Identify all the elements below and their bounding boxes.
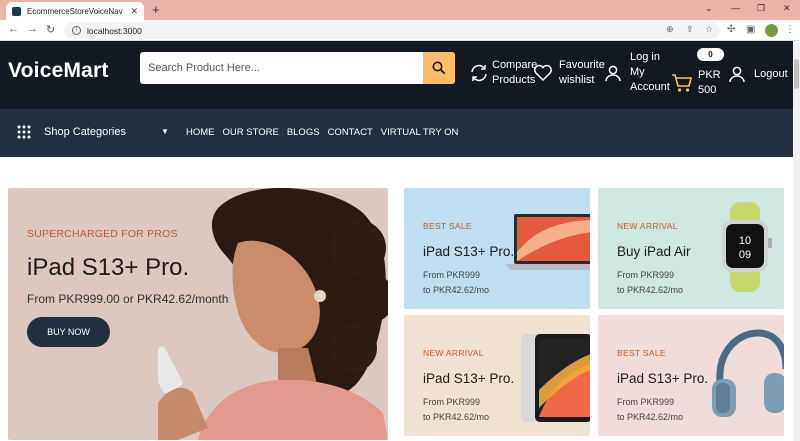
svg-text:09: 09 (739, 249, 751, 261)
tab-search-icon[interactable]: ⌄ (705, 3, 713, 14)
promo-card[interactable]: BEST SALE iPad S13+ Pro. From PKR999 to … (404, 188, 590, 309)
heart-icon (534, 64, 552, 82)
search-input[interactable] (140, 52, 422, 84)
search-icon (432, 61, 446, 75)
card-tag: BEST SALE (617, 348, 666, 358)
hero-banner: SUPERCHARGED FOR PROS iPad S13+ Pro. Fro… (8, 188, 388, 440)
tab-favicon-icon (12, 6, 21, 16)
favourite-wishlist-link[interactable]: Favourite wishlist (533, 58, 605, 88)
scrollbar-thumb[interactable] (794, 59, 799, 89)
reload-icon[interactable]: ↻ (46, 23, 55, 36)
card-tag: NEW ARRIVAL (617, 221, 678, 231)
cart-link[interactable]: PKR 500 (671, 68, 721, 98)
hero-price: From PKR999.00 or PKR42.62/month (27, 292, 229, 306)
login-label-line2: My (630, 66, 645, 78)
card-title: iPad S13+ Pro. (617, 371, 709, 386)
card-tag: NEW ARRIVAL (423, 348, 484, 358)
hero-eyebrow: SUPERCHARGED FOR PROS (27, 228, 178, 240)
browser-tab[interactable]: EcommerceStoreVoiceNav ✕ (6, 2, 144, 20)
restore-icon[interactable]: ❐ (757, 3, 765, 14)
menu-item-virtual-try-on[interactable]: VIRTUAL TRY ON (381, 127, 459, 138)
bookmark-star-icon[interactable]: ☆ (705, 24, 713, 35)
minimize-icon[interactable]: — (731, 3, 740, 13)
login-label-line3: Account (630, 81, 670, 93)
menu-item-our-store[interactable]: OUR STORE (223, 127, 279, 138)
laptop-image (506, 214, 590, 270)
back-icon[interactable]: ← (8, 23, 19, 35)
promo-card[interactable]: BEST SALE iPad S13+ Pro. From PKR999 to … (598, 315, 784, 436)
profile-avatar[interactable] (765, 24, 778, 37)
close-tab-icon[interactable]: ✕ (130, 6, 138, 17)
promo-card[interactable]: 10 09 NEW ARRIVAL Buy iPad Air From PKR9… (598, 188, 784, 309)
browser-toolbar: ← → ↻ i localhost:3000 ⊕ ⇪ ☆ ✣ ▣ ⋮ (0, 20, 800, 41)
card-price-monthly: to PKR42.62/mo (617, 285, 684, 295)
menu-item-contact[interactable]: CONTACT (328, 127, 373, 138)
card-price-from: From PKR999 (617, 270, 675, 280)
compare-icon (471, 64, 487, 82)
compare-products-link[interactable]: Compare Products (469, 58, 537, 88)
svg-text:10: 10 (739, 235, 751, 247)
smartwatch-image: 10 09 (722, 202, 772, 292)
compare-label-line2: Products (492, 74, 536, 86)
cart-currency: PKR (698, 69, 721, 81)
card-title: iPad S13+ Pro. (423, 371, 515, 386)
site-header: VoiceMart Compare Products Favourite wis… (0, 41, 793, 109)
user-icon (605, 65, 621, 81)
chevron-down-icon[interactable]: ▼ (161, 127, 169, 136)
extensions-icon[interactable]: ✣ (727, 24, 735, 35)
card-price-from: From PKR999 (617, 397, 675, 407)
new-tab-icon[interactable]: + (152, 2, 160, 18)
card-title: iPad S13+ Pro. (423, 244, 515, 259)
search-bar (140, 52, 455, 84)
tablet-image (521, 334, 590, 422)
logout-label: Logout (754, 67, 788, 80)
headphones-image (712, 329, 784, 417)
side-panel-icon[interactable]: ▣ (746, 24, 755, 35)
category-nav: Shop Categories ▼ HOME OUR STORE BLOGS C… (0, 109, 793, 157)
compare-label-line1: Compare (492, 59, 538, 71)
grid-menu-icon (17, 125, 31, 139)
cart-total: 500 (698, 84, 717, 96)
zoom-icon[interactable]: ⊕ (666, 24, 674, 35)
card-tag: BEST SALE (423, 221, 472, 231)
url-text: localhost:3000 (87, 25, 142, 36)
forward-icon[interactable]: → (27, 23, 38, 35)
site-logo[interactable]: VoiceMart (8, 59, 109, 83)
site-info-icon[interactable]: i (72, 26, 81, 35)
shop-categories-dropdown[interactable]: Shop Categories (16, 124, 126, 140)
shop-categories-label: Shop Categories (44, 126, 126, 138)
menu-item-blogs[interactable]: BLOGS (287, 127, 320, 138)
cart-count-badge: 0 (697, 48, 724, 61)
close-window-icon[interactable]: ✕ (783, 3, 791, 14)
user-icon (729, 66, 745, 83)
hero-title: iPad S13+ Pro. (27, 254, 190, 281)
login-label-line1: Log in (630, 51, 660, 63)
favourite-label-line1: Favourite (559, 59, 605, 71)
card-title: Buy iPad Air (617, 244, 691, 259)
share-icon[interactable]: ⇪ (686, 24, 694, 35)
search-button[interactable] (423, 52, 455, 84)
page-scrollbar[interactable] (793, 41, 800, 441)
browser-tabstrip: EcommerceStoreVoiceNav ✕ + ⌄ — ❐ ✕ (0, 0, 800, 20)
cart-icon (672, 74, 693, 92)
hero-model-image (158, 188, 388, 440)
buy-now-button[interactable]: BUY NOW (27, 317, 110, 347)
card-price-monthly: to PKR42.62/mo (423, 412, 490, 422)
tab-title: EcommerceStoreVoiceNav (27, 6, 123, 16)
menu-item-home[interactable]: HOME (186, 127, 215, 138)
card-price-monthly: to PKR42.62/mo (617, 412, 684, 422)
login-account-link[interactable]: Log in My Account (604, 50, 670, 95)
card-price-monthly: to PKR42.62/mo (423, 285, 490, 295)
card-price-from: From PKR999 (423, 270, 481, 280)
logout-link[interactable]: Logout (728, 65, 788, 83)
main-menu: HOME OUR STORE BLOGS CONTACT VIRTUAL TRY… (186, 127, 458, 138)
address-bar[interactable]: i localhost:3000 (64, 22, 720, 39)
favourite-label-line2: wishlist (559, 74, 595, 86)
promo-card[interactable]: NEW ARRIVAL iPad S13+ Pro. From PKR999 t… (404, 315, 590, 436)
card-price-from: From PKR999 (423, 397, 481, 407)
browser-menu-icon[interactable]: ⋮ (785, 24, 795, 35)
